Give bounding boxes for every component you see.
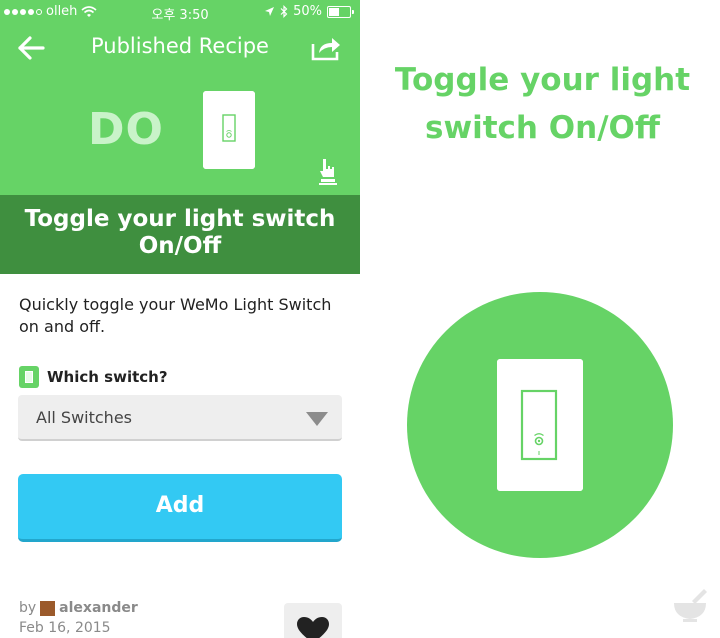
preview-title: Toggle your light switch On/Off	[365, 56, 720, 152]
favorite-button[interactable]	[284, 603, 342, 638]
mortar-pestle-icon	[674, 589, 707, 622]
status-right: 50%	[264, 4, 354, 19]
recipe-title: Toggle your light switch On/Off	[0, 195, 360, 274]
preview-title-line2: switch On/Off	[425, 110, 660, 146]
battery-fill	[329, 7, 339, 16]
switch-select[interactable]: All Switches	[18, 395, 342, 441]
field-label: Which switch?	[47, 368, 168, 386]
location-arrow-icon	[265, 7, 275, 16]
page-title: Published Recipe	[91, 34, 269, 58]
recipe-description: Quickly toggle your WeMo Light Switch on…	[19, 295, 332, 336]
author-name[interactable]: alexander	[59, 600, 138, 616]
byline: by alexander	[19, 600, 138, 616]
recipe-header: Published Recipe DO	[0, 22, 360, 195]
share-icon[interactable]	[310, 34, 342, 62]
publish-date: Feb 16, 2015	[19, 620, 111, 636]
wemo-switch-icon	[19, 366, 39, 388]
preview-title-line1: Toggle your light	[394, 62, 691, 98]
screen: olleh 오후 3:50 50% Published Recipe DO To…	[0, 0, 720, 638]
do-label: DO	[88, 104, 164, 155]
by-label: by	[19, 600, 37, 616]
heart-icon	[297, 617, 329, 638]
add-button[interactable]: Add	[18, 474, 342, 542]
battery-percent: 50%	[293, 4, 322, 19]
light-switch-icon	[203, 91, 255, 169]
hand-pointer-icon	[319, 159, 337, 185]
light-switch-large-icon	[497, 359, 583, 491]
bluetooth-icon	[280, 5, 288, 18]
recipe-title-text: Toggle your light switch On/Off	[24, 206, 336, 259]
author-avatar	[40, 600, 56, 616]
switch-select-value: All Switches	[36, 408, 132, 427]
battery-icon	[327, 5, 354, 18]
phone-screen: olleh 오후 3:50 50% Published Recipe DO To…	[0, 0, 360, 638]
field-label-row: Which switch?	[19, 366, 168, 388]
caret-down-icon	[306, 412, 328, 426]
status-bar: olleh 오후 3:50 50%	[0, 0, 360, 23]
